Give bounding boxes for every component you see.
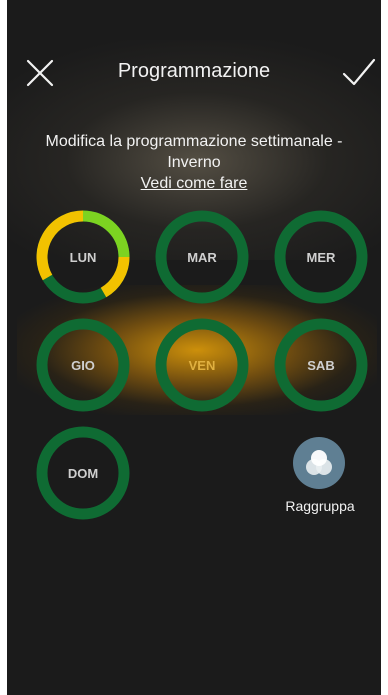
group-button-label: Raggruppa bbox=[285, 498, 355, 514]
day-ring-monday[interactable]: LUN bbox=[33, 207, 133, 307]
day-ring-friday[interactable]: VEN bbox=[152, 315, 252, 415]
group-circles-icon bbox=[293, 437, 345, 489]
day-label: MAR bbox=[187, 249, 217, 265]
day-ring-saturday[interactable]: SAB bbox=[271, 315, 371, 415]
page-title: Programmazione bbox=[117, 60, 271, 82]
day-label: VEN bbox=[188, 357, 216, 373]
confirm-button[interactable] bbox=[341, 54, 377, 90]
page-subtitle: Modifica la programmazione settimanale -… bbox=[45, 133, 343, 171]
day-ring-tuesday[interactable]: MAR bbox=[152, 207, 252, 307]
group-button[interactable] bbox=[293, 437, 345, 489]
day-ring-wednesday[interactable]: MER bbox=[271, 207, 371, 307]
day-label: SAB bbox=[307, 357, 335, 373]
day-label: LUN bbox=[69, 249, 97, 265]
day-ring-sunday[interactable]: DOM bbox=[33, 423, 133, 523]
day-label: GIO bbox=[71, 357, 95, 373]
day-ring-thursday[interactable]: GIO bbox=[33, 315, 133, 415]
day-label: DOM bbox=[67, 465, 99, 481]
check-icon bbox=[342, 58, 376, 86]
help-link[interactable]: Vedi come fare bbox=[7, 175, 381, 193]
header-bar: Programmazione bbox=[7, 42, 381, 98]
day-label: MER bbox=[306, 249, 336, 265]
app-screen: Programmazione Modifica la programmazion… bbox=[7, 0, 381, 695]
